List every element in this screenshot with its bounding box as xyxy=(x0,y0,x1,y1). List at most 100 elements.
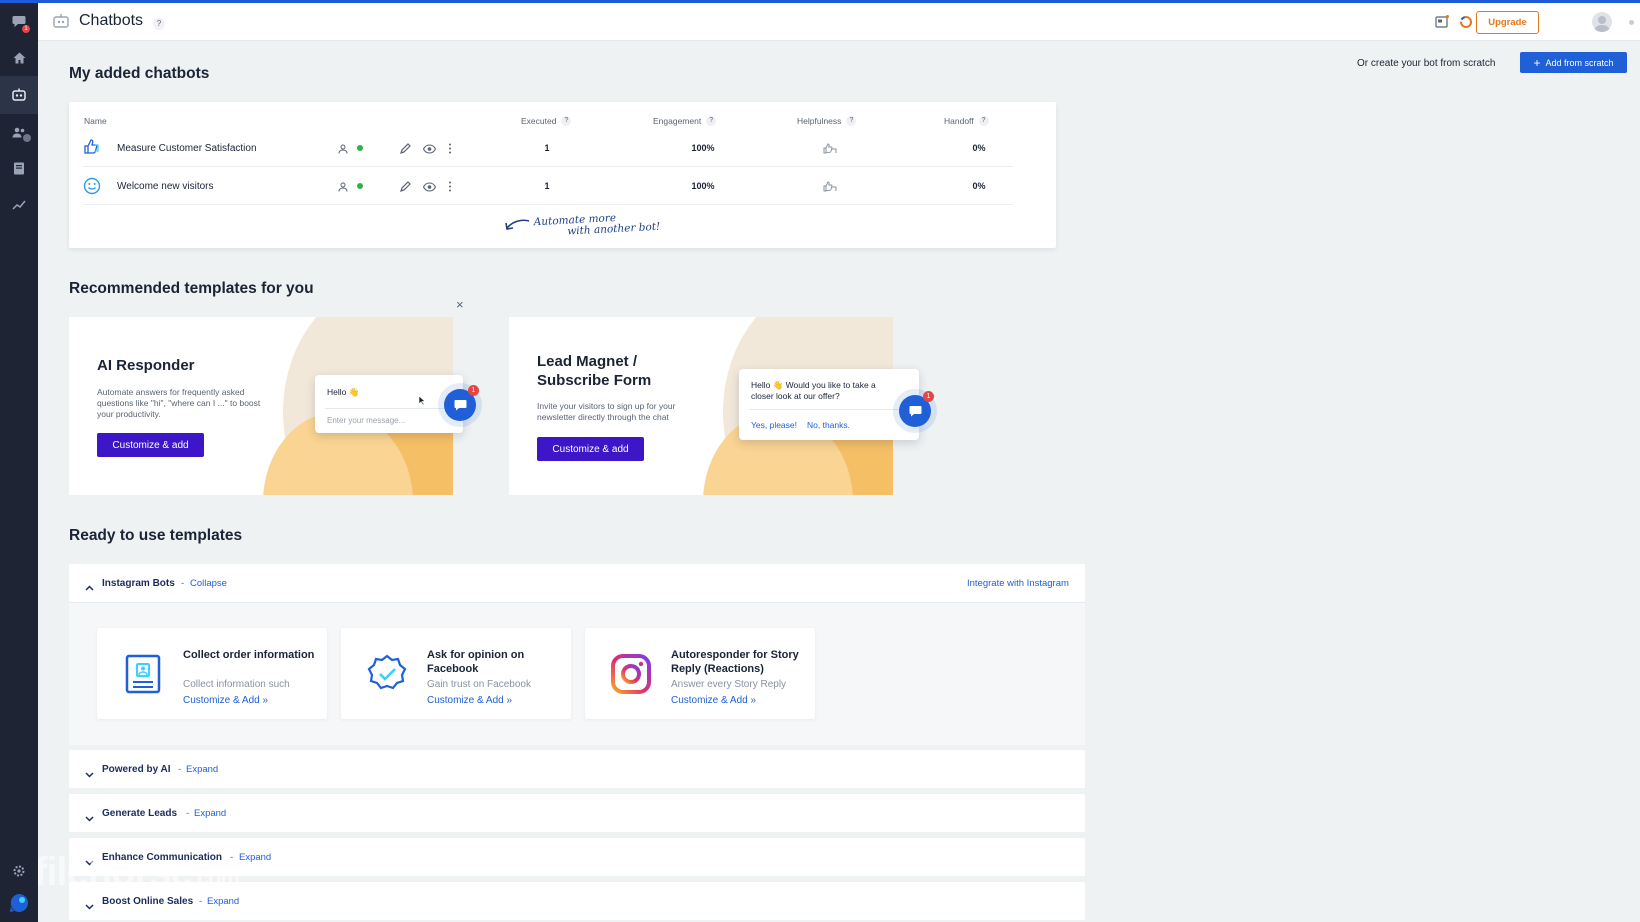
executed-value: 1 xyxy=(544,181,550,191)
close-icon[interactable]: × xyxy=(456,297,464,312)
template-title: Lead Magnet / Subscribe Form xyxy=(537,353,652,389)
help-icon[interactable]: ? xyxy=(153,18,165,30)
chevron-down-icon[interactable] xyxy=(85,765,94,783)
collapse-link[interactable]: Collapse xyxy=(190,578,227,589)
add-from-scratch-button[interactable]: + Add from scratch xyxy=(1520,52,1627,73)
customize-add-button[interactable]: Customize & add xyxy=(97,433,204,457)
template-card[interactable]: Ask for opinion on Facebook Gain trust o… xyxy=(341,628,571,719)
col-helpfulness: Helpfulness? xyxy=(797,116,857,126)
avatar[interactable] xyxy=(1592,12,1612,32)
top-header: Chatbots ? Upgrade xyxy=(38,3,1640,41)
help-icon[interactable]: ? xyxy=(978,116,989,126)
separator: - xyxy=(181,578,185,589)
template-desc: Collect information such xyxy=(183,679,290,690)
top-accent-stripe xyxy=(0,0,1640,3)
help-icon[interactable]: ? xyxy=(561,116,572,126)
automate-more-hint: Automate more with another bot! xyxy=(533,212,661,238)
separator: - xyxy=(178,764,182,775)
verified-badge-icon xyxy=(365,652,409,696)
chatbots-table: Name Executed? Engagement? Helpfulness? … xyxy=(69,102,1056,248)
template-title: Collect order information xyxy=(183,649,315,661)
help-icon[interactable]: ? xyxy=(846,116,857,126)
handoff-value: 0% xyxy=(972,143,986,153)
active-status-dot xyxy=(357,145,363,151)
chat-preview-bubble: Hello 👋 Would you like to take a closer … xyxy=(739,369,919,440)
engagement-value: 100% xyxy=(691,181,715,191)
group-powered-by-ai[interactable]: Powered by AI - Expand xyxy=(69,750,1085,788)
template-desc: Automate answers for frequently asked qu… xyxy=(97,387,261,419)
brand-logo-icon[interactable] xyxy=(9,893,29,913)
group-generate-leads[interactable]: Generate Leads - Expand xyxy=(69,794,1085,832)
add-from-scratch-label: Add from scratch xyxy=(1545,57,1614,68)
separator: - xyxy=(186,808,190,819)
col-executed: Executed? xyxy=(521,116,572,126)
analytics-icon[interactable] xyxy=(9,195,29,215)
group-label: Instagram Bots xyxy=(102,578,175,589)
preview-eye-icon[interactable] xyxy=(422,179,437,192)
template-title: AI Responder xyxy=(97,357,195,374)
group-label: Powered by AI xyxy=(102,764,171,775)
thumbs-icon xyxy=(83,138,103,163)
expand-link[interactable]: Expand xyxy=(239,852,271,863)
helpfulness-hands-icon xyxy=(823,141,837,154)
book-icon[interactable] xyxy=(9,158,29,178)
preview-eye-icon[interactable] xyxy=(422,141,437,154)
chevron-down-icon[interactable] xyxy=(85,897,94,915)
executed-value: 1 xyxy=(544,143,550,153)
ready-heading: Ready to use templates xyxy=(69,527,243,544)
separator: - xyxy=(199,896,203,907)
help-icon[interactable]: ? xyxy=(706,116,717,126)
integrate-instagram-link[interactable]: Integrate with Instagram xyxy=(967,578,1069,589)
edit-icon[interactable] xyxy=(400,141,412,154)
chevron-down-icon[interactable] xyxy=(85,809,94,827)
expand-link[interactable]: Expand xyxy=(186,764,218,775)
more-menu-icon[interactable] xyxy=(448,179,460,192)
curved-arrow-icon xyxy=(504,218,530,237)
status-ring-icon[interactable] xyxy=(1459,15,1473,29)
expand-link[interactable]: Expand xyxy=(207,896,239,907)
customize-add-link[interactable]: Customize & Add » xyxy=(671,695,756,706)
chat-badge: 1 xyxy=(468,385,479,396)
left-rail: 1 xyxy=(0,0,38,922)
template-title: Ask for opinion on Facebook xyxy=(427,649,525,675)
chevron-up-icon[interactable] xyxy=(85,578,94,596)
col-handoff: Handoff? xyxy=(944,116,989,126)
cursor-icon xyxy=(418,395,426,406)
table-row[interactable]: Welcome new visitors 1 100% 0% xyxy=(83,167,1013,205)
table-row[interactable]: Measure Customer Satisfaction 1 100% 0% xyxy=(83,129,1013,167)
template-title: Autoresponder for Story Reply (Reactions… xyxy=(671,649,799,675)
yes-please-option: Yes, please! xyxy=(751,420,797,430)
bot-name[interactable]: Measure Customer Satisfaction xyxy=(117,143,257,154)
settings-icon[interactable] xyxy=(9,861,29,881)
bot-name[interactable]: Welcome new visitors xyxy=(117,181,214,192)
contact-card-icon xyxy=(121,652,165,696)
customize-add-link[interactable]: Customize & Add » xyxy=(427,695,512,706)
customize-add-link[interactable]: Customize & Add » xyxy=(183,695,268,706)
col-engagement: Engagement? xyxy=(653,116,717,126)
my-bots-heading: My added chatbots xyxy=(69,65,210,82)
template-card[interactable]: Autoresponder for Story Reply (Reactions… xyxy=(585,628,815,719)
instagram-icon xyxy=(609,652,653,696)
chatbot-icon[interactable] xyxy=(0,76,38,114)
watermark: filehorse.com xyxy=(34,850,240,894)
contacts-icon[interactable] xyxy=(9,122,31,142)
upgrade-button[interactable]: Upgrade xyxy=(1476,11,1539,34)
plus-icon: + xyxy=(1533,55,1541,70)
no-thanks-option: No, thanks. xyxy=(807,420,850,430)
template-card[interactable]: Collect order information Collect inform… xyxy=(97,628,327,719)
group-label: Generate Leads xyxy=(102,808,178,819)
chat-launcher-icon: 1 xyxy=(899,391,934,427)
user-icon xyxy=(338,141,350,154)
expand-link[interactable]: Expand xyxy=(194,808,226,819)
news-icon[interactable] xyxy=(1435,15,1449,29)
more-menu-icon[interactable] xyxy=(448,141,460,154)
chatbot-icon xyxy=(52,13,70,34)
bubble-text: Hello 👋 xyxy=(327,387,360,397)
customize-add-button[interactable]: Customize & add xyxy=(537,437,644,461)
edit-icon[interactable] xyxy=(400,179,412,192)
col-name: Name xyxy=(84,116,107,126)
home-icon[interactable] xyxy=(9,48,29,68)
chat-icon[interactable]: 1 xyxy=(9,11,30,33)
chat-badge: 1 xyxy=(923,391,934,402)
template-desc: Answer every Story Reply xyxy=(671,679,787,690)
